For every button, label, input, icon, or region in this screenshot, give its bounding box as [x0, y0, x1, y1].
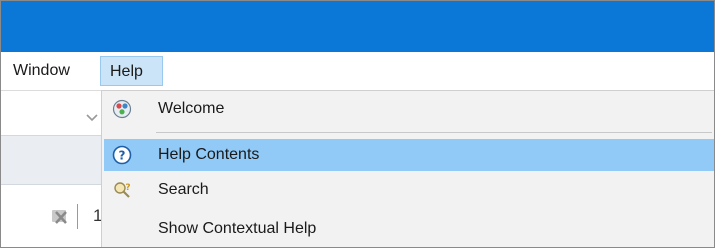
menu-item-label: Help Contents [158, 146, 260, 163]
menu-item-welcome[interactable]: Welcome [104, 93, 714, 125]
menu-bar: Window Help [1, 52, 714, 91]
menu-help[interactable]: Help [100, 56, 163, 86]
help-dropdown-menu: Welcome ? Help Contents ? Search Show Co… [101, 90, 714, 247]
menu-separator [156, 132, 712, 133]
menu-item-contextual-help[interactable]: Show Contextual Help [104, 213, 714, 245]
app-window: Window Help 1 Welcome ? Help Contents ? … [0, 0, 715, 248]
menu-item-search[interactable]: ? Search [104, 174, 714, 206]
view-header [1, 136, 109, 185]
title-bar [1, 1, 714, 52]
menu-item-label: Welcome [158, 100, 225, 117]
help-contents-icon: ? [112, 145, 132, 165]
chevron-down-icon[interactable] [86, 109, 98, 127]
menu-item-label: Show Contextual Help [158, 220, 317, 237]
svg-text:?: ? [119, 149, 126, 163]
menu-window[interactable]: Window [7, 56, 76, 86]
menu-item-help-contents[interactable]: ? Help Contents [104, 139, 714, 171]
clear-icon[interactable] [49, 207, 71, 232]
menu-item-label: Search [158, 181, 209, 198]
toolbar-separator [77, 204, 78, 229]
search-help-icon: ? [112, 180, 132, 200]
svg-text:?: ? [125, 183, 130, 193]
welcome-icon [112, 99, 132, 119]
